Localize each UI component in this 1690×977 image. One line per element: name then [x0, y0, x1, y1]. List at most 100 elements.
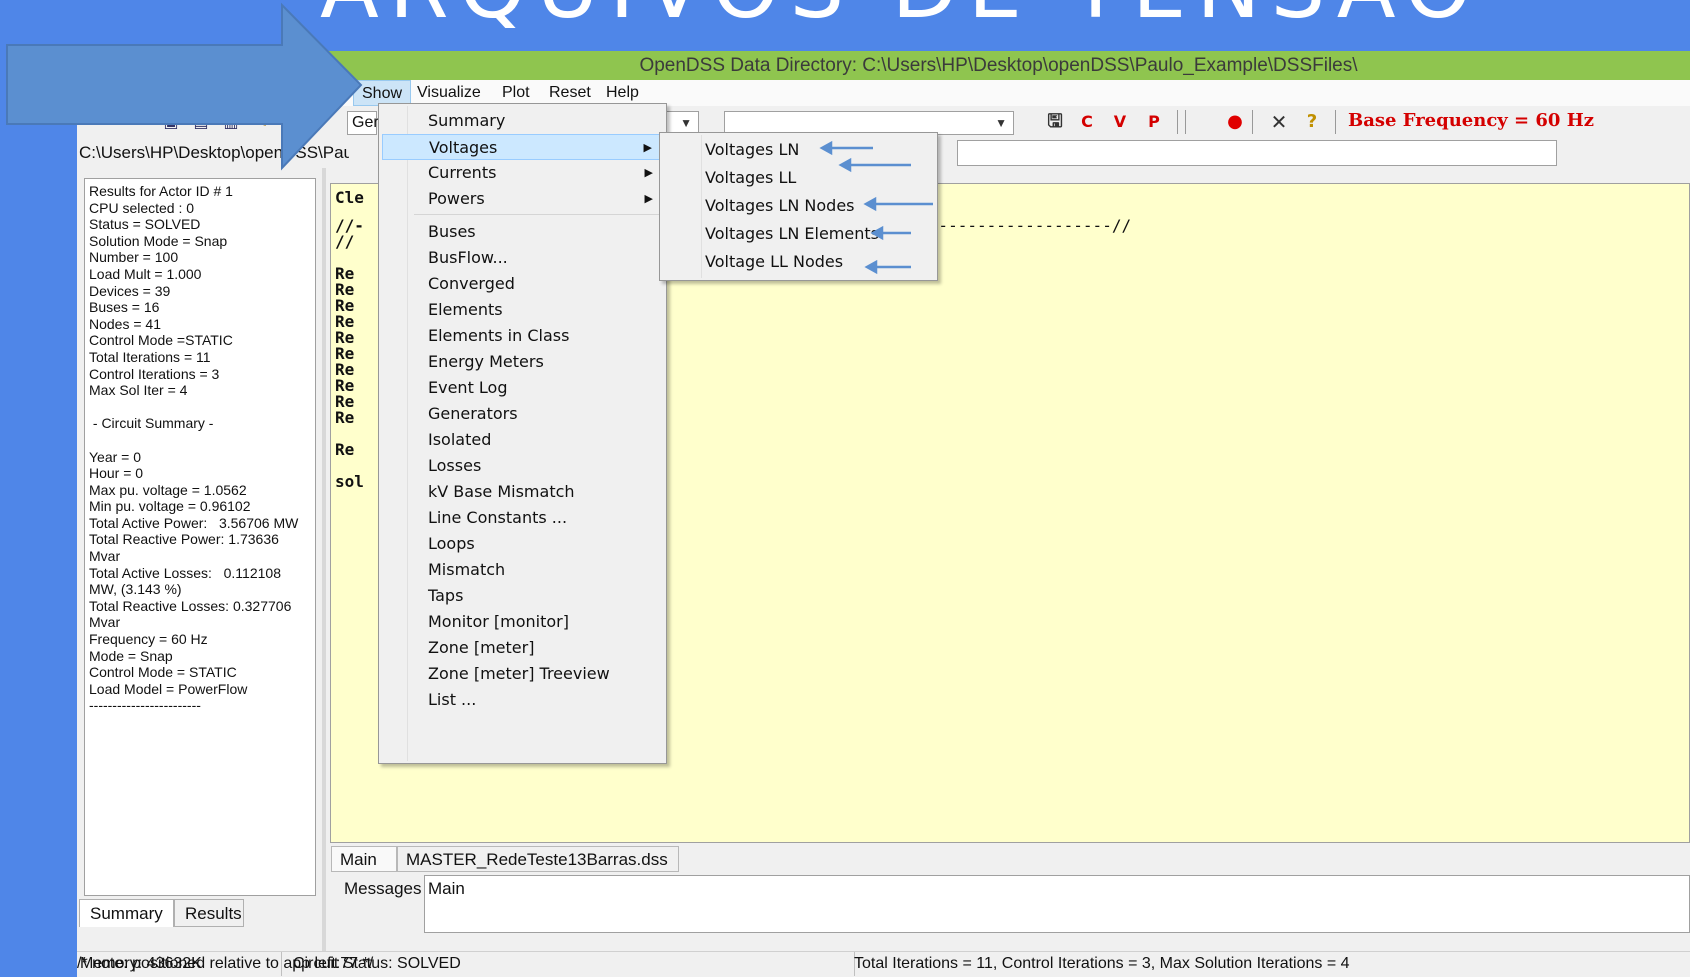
- summary-line: Status = SOLVED: [89, 216, 201, 233]
- toolbar-separator: [1335, 110, 1336, 134]
- summary-line: Hour = 0: [89, 465, 144, 482]
- command-input[interactable]: [957, 140, 1557, 166]
- splitter[interactable]: [322, 168, 326, 953]
- toolbar-icon-2[interactable]: ▤: [189, 110, 213, 134]
- show-menu-item-kv-base-mismatch[interactable]: kV Base Mismatch: [382, 479, 663, 505]
- submenu-arrow-icon: ▶: [643, 141, 652, 154]
- data-path[interactable]: C:\Users\HP\Desktop\openDSS\Paulo: [79, 140, 349, 166]
- summary-line: Devices = 39: [89, 282, 171, 299]
- show-menu-item-losses[interactable]: Losses: [382, 453, 663, 479]
- menu-item-label: Elements: [428, 300, 503, 319]
- summary-panel: Results for Actor ID # 1 CPU selected : 0…: [84, 178, 316, 896]
- submenu-item-voltages-ll[interactable]: Voltages LL: [705, 165, 796, 191]
- toolbar-separator: [1177, 110, 1178, 134]
- messages-label: Messages: [344, 879, 422, 898]
- menu-item-label: Powers: [428, 189, 485, 208]
- submenu-item-voltages-ln-nodes[interactable]: Voltages LN Nodes: [705, 193, 855, 219]
- show-menu-item-mismatch[interactable]: Mismatch: [382, 557, 663, 583]
- menu-item-label: Energy Meters: [428, 352, 544, 371]
- record-icon[interactable]: ●: [1223, 110, 1247, 134]
- menu-item-label: Monitor [monitor]: [428, 612, 569, 631]
- menu-item-label: Line Constants ...: [428, 508, 568, 527]
- export-icon[interactable]: 🖫: [1043, 110, 1067, 134]
- help-icon[interactable]: ?: [1300, 110, 1324, 134]
- editor-line: Re: [335, 440, 355, 459]
- summary-line: Control Mode =STATIC: [89, 332, 233, 349]
- show-menu-item-voltages[interactable]: Voltages ▶: [382, 134, 663, 160]
- menu-item-label: Elements in Class: [428, 326, 570, 345]
- show-menu-item-event-log[interactable]: Event Log: [382, 375, 663, 401]
- summary-line: Min pu. voltage = 0.96102: [89, 498, 251, 515]
- menu-item-label: Zone [meter]: [428, 638, 535, 657]
- menu-item-label: List ...: [428, 690, 477, 709]
- show-menu-item-powers[interactable]: Powers ▶: [382, 186, 663, 212]
- summary-line: Max Sol Iter = 4: [89, 382, 188, 399]
- menu-item-label: Zone [meter] Treeview: [428, 664, 610, 683]
- toolbar-icon-1[interactable]: ▣: [159, 110, 183, 134]
- menu-item-label: BusFlow...: [428, 248, 508, 267]
- show-menu-item-currents[interactable]: Currents ▶: [382, 160, 663, 186]
- show-menu-item-elements[interactable]: Elements: [382, 297, 663, 323]
- menu-item-label: Converged: [428, 274, 515, 293]
- show-menu-item-line-constants[interactable]: Line Constants ...: [382, 505, 663, 531]
- menu-item-label: Losses: [428, 456, 482, 475]
- show-menu-item-elements-in-class[interactable]: Elements in Class: [382, 323, 663, 349]
- submenu-item-voltages-ln-elements[interactable]: Voltages LN Elements: [705, 221, 879, 247]
- show-menu-item-energy-meters[interactable]: Energy Meters: [382, 349, 663, 375]
- tab-master-file[interactable]: MASTER_RedeTeste13Barras.dss: [397, 846, 679, 872]
- messages-box[interactable]: Main: [424, 875, 1690, 933]
- show-menu-item-summary[interactable]: Summary: [382, 108, 663, 134]
- combo-class-value: Ger: [352, 114, 379, 131]
- summary-line: [89, 399, 298, 416]
- show-menu-item-zone-meter[interactable]: Zone [meter]: [382, 635, 663, 661]
- menu-item-oft[interactable]: oft: [322, 80, 356, 106]
- button-v[interactable]: V: [1108, 110, 1132, 134]
- tab-main[interactable]: Main: [331, 846, 397, 872]
- tab-results[interactable]: Results: [174, 899, 244, 927]
- summary-line: Mode = Snap: [89, 647, 173, 664]
- button-c[interactable]: C: [1075, 110, 1099, 134]
- combo-class[interactable]: Ger: [347, 111, 379, 135]
- show-menu-item-converged[interactable]: Converged: [382, 271, 663, 297]
- status-iterations: Total Iterations = 11, Control Iteration…: [854, 955, 1350, 972]
- summary-line: Total Reactive Power: 1.73636: [89, 531, 279, 548]
- submenu-item-voltages-ln[interactable]: Voltages LN: [705, 137, 799, 163]
- summary-line: Solution Mode = Snap: [89, 232, 228, 249]
- show-menu-item-loops[interactable]: Loops: [382, 531, 663, 557]
- slide-title: ARQUIVOS DE TENSÃO: [320, 0, 1482, 38]
- toolbar-icon-4[interactable]: ✎: [249, 110, 273, 134]
- summary-line: CPU selected : 0: [89, 199, 195, 216]
- submenu-gutter: [701, 135, 702, 278]
- summary-line: Total Active Power: 3.56706 MW: [89, 514, 299, 531]
- summary-line: Results for Actor ID # 1: [89, 183, 233, 199]
- submenu-item-voltage-ll-nodes[interactable]: Voltage LL Nodes: [705, 249, 843, 275]
- summary-line: Mvar: [89, 614, 121, 631]
- menu-item-label: kV Base Mismatch: [428, 482, 575, 501]
- show-menu-item-zone-meter-treeview[interactable]: Zone [meter] Treeview: [382, 661, 663, 687]
- show-menu-item-busflow[interactable]: BusFlow...: [382, 245, 663, 271]
- show-menu-item-taps[interactable]: Taps: [382, 583, 663, 609]
- summary-line: [89, 432, 298, 449]
- chevron-down-icon: ▼: [995, 116, 1007, 130]
- toolbar-separator: [1185, 110, 1186, 134]
- show-menu-item-list[interactable]: List ...: [382, 687, 663, 713]
- messages-content: Main: [428, 879, 465, 898]
- show-menu-item-isolated[interactable]: Isolated: [382, 427, 663, 453]
- summary-line: - Circuit Summary -: [89, 415, 214, 432]
- window-title: OpenDSS Data Directory: C:\Users\HP\Desk…: [77, 51, 1690, 80]
- close-icon[interactable]: ✕: [1267, 110, 1291, 134]
- button-p[interactable]: P: [1142, 110, 1166, 134]
- summary-line: Load Mult = 1.000: [89, 265, 202, 282]
- menu-item-label: Voltages: [429, 138, 498, 157]
- toolbar-icon-5[interactable]: ▦: [283, 110, 307, 134]
- tab-summary[interactable]: Summary: [79, 899, 174, 927]
- summary-line: Total Iterations = 11: [89, 348, 211, 365]
- editor-line: Cle: [335, 188, 364, 207]
- summary-line: Nodes = 41: [89, 315, 161, 332]
- show-menu-item-buses[interactable]: Buses: [382, 219, 663, 245]
- toolbar-icon-3[interactable]: ▥: [219, 110, 243, 134]
- submenu-arrow-icon: ▶: [644, 192, 653, 205]
- status-circuit: Circuit Status: SOLVED: [290, 952, 855, 976]
- show-menu-item-generators[interactable]: Generators: [382, 401, 663, 427]
- show-menu-item-monitor-monitor[interactable]: Monitor [monitor]: [382, 609, 663, 635]
